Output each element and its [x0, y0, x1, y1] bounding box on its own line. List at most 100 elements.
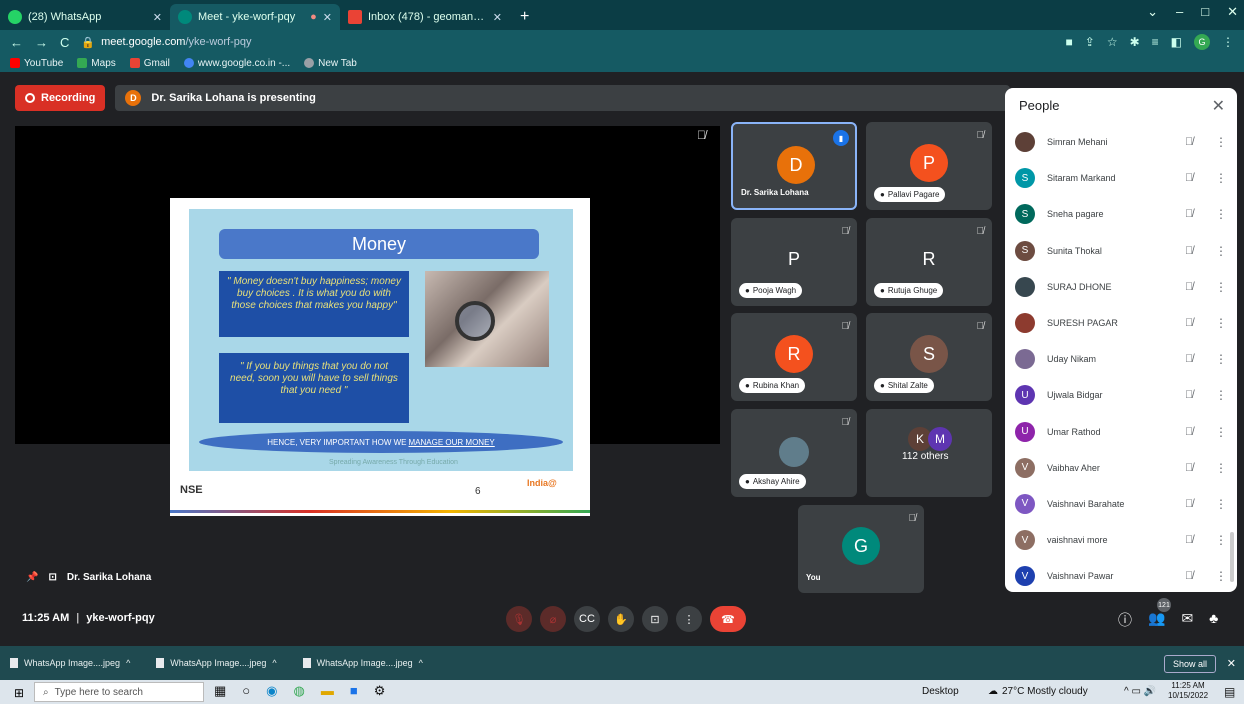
list-item[interactable]: V Vaishnavi Barahate 🎙̸ ⋮ [1005, 486, 1237, 522]
more-icon[interactable]: ⋮ [1215, 425, 1227, 439]
app-icon[interactable]: ⚙ [374, 683, 386, 699]
bookmark-google[interactable]: www.google.co.in -... [183, 58, 290, 69]
more-icon[interactable]: ⋮ [1215, 207, 1227, 221]
list-item[interactable]: U Umar Rathod 🎙̸ ⋮ [1005, 414, 1237, 450]
chat-icon[interactable]: ✉ [1181, 610, 1193, 630]
chevron-up-icon[interactable]: ^ [272, 658, 276, 668]
leave-call-button[interactable]: ☎ [710, 606, 746, 632]
list-item[interactable]: V Vaishnavi Pawar 🎙̸ ⋮ [1005, 558, 1237, 592]
tab-whatsapp[interactable]: (28) WhatsApp ✕ [0, 4, 170, 30]
recording-badge[interactable]: Recording [15, 85, 106, 111]
extensions-icon[interactable]: ✱ [1130, 35, 1140, 49]
participant-tile[interactable]: 🎙̸ ● Akshay Ahire [731, 409, 857, 497]
present-button[interactable]: ⊡ [642, 606, 668, 632]
forward-icon[interactable]: → [35, 35, 48, 50]
notification-icon[interactable]: ▤ [1224, 685, 1235, 699]
tab-meet[interactable]: Meet - yke-worf-pqy ● ✕ [170, 4, 340, 30]
more-icon[interactable]: ⋮ [1215, 497, 1227, 511]
list-item[interactable]: S Sitaram Markand 🎙̸ ⋮ [1005, 160, 1237, 196]
activities-icon[interactable]: ♣ [1209, 610, 1218, 630]
app-thumbnail-icon[interactable]: ▦ [214, 683, 226, 699]
list-item[interactable]: S Sunita Thokal 🎙̸ ⋮ [1005, 233, 1237, 269]
share-icon[interactable]: ⇪ [1085, 35, 1095, 49]
bookmark-maps[interactable]: Maps [77, 58, 116, 69]
list-item[interactable]: V Vaibhav Aher 🎙̸ ⋮ [1005, 450, 1237, 486]
info-icon[interactable]: ⓘ [1118, 610, 1132, 630]
tab-search-icon[interactable]: ⌄ [1147, 4, 1158, 20]
raise-hand-button[interactable]: ✋ [608, 606, 634, 632]
edge-icon[interactable]: ◉ [266, 683, 277, 699]
file-explorer-icon[interactable]: ▬ [321, 683, 334, 699]
more-icon[interactable]: ⋮ [1215, 135, 1227, 149]
list-item[interactable]: Vvaishnavi more 🎙̸ ⋮ [1005, 522, 1237, 558]
list-item[interactable]: Simran Mehani 🎙̸ ⋮ [1005, 124, 1237, 160]
list-item[interactable]: U Ujwala Bidgar 🎙̸ ⋮ [1005, 377, 1237, 413]
bookmark-newtab[interactable]: New Tab [304, 58, 357, 69]
menu-icon[interactable]: ⋮ [1222, 35, 1234, 49]
participant-tile[interactable]: ▮ D Dr. Sarika Lohana [731, 122, 857, 210]
taskbar-search[interactable]: ⌕ Type here to search [34, 682, 204, 702]
participant-tile[interactable]: 🎙̸ R ● Rutuja Ghuge [866, 218, 992, 306]
participant-tile[interactable]: 🎙̸ R ● Rubina Khan [731, 313, 857, 401]
windows-start-icon[interactable]: ⊞ [14, 686, 24, 700]
show-all-button[interactable]: Show all [1163, 655, 1216, 673]
taskbar-clock[interactable]: 11:25 AM 10/15/2022 [1168, 681, 1208, 702]
list-item[interactable]: S Sneha pagare 🎙̸ ⋮ [1005, 196, 1237, 232]
download-item[interactable]: WhatsApp Image....jpeg ^ [10, 658, 130, 668]
list-item[interactable]: Uday Nikam 🎙̸ ⋮ [1005, 341, 1237, 377]
chrome-icon[interactable]: ◍ [294, 683, 305, 699]
close-icon[interactable]: ✕ [1212, 96, 1225, 116]
bookmark-gmail[interactable]: Gmail [129, 58, 170, 69]
more-icon[interactable]: ⋮ [1215, 533, 1227, 547]
minimize-button[interactable]: – [1176, 4, 1183, 20]
download-item[interactable]: WhatsApp Image....jpeg ^ [156, 658, 277, 668]
store-icon[interactable]: ■ [350, 683, 358, 699]
more-icon[interactable]: ⋮ [1215, 569, 1227, 583]
star-icon[interactable]: ☆ [1107, 35, 1118, 49]
more-icon[interactable]: ⋮ [1215, 388, 1227, 402]
profile-avatar[interactable]: G [1194, 34, 1210, 50]
camera-toggle-button[interactable]: ⌀ [540, 606, 566, 632]
sidepanel-icon[interactable]: ◧ [1171, 35, 1182, 49]
close-icon[interactable]: ✕ [1227, 657, 1236, 670]
participant-tile[interactable]: 🎙̸ P ● Pooja Wagh [731, 218, 857, 306]
present-icon[interactable]: ⊡ [48, 572, 56, 583]
captions-button[interactable]: CC [574, 606, 600, 632]
desktop-label[interactable]: Desktop [922, 686, 959, 697]
close-window-button[interactable]: ✕ [1227, 4, 1238, 20]
back-icon[interactable]: ← [10, 35, 23, 50]
system-tray-icons[interactable]: ^ ▭ 🔊 [1124, 686, 1156, 697]
people-icon[interactable]: 👥 [1148, 610, 1165, 630]
bookmark-youtube[interactable]: YouTube [10, 58, 63, 69]
more-options-button[interactable]: ⋮ [676, 606, 702, 632]
media-icon[interactable]: ≡ [1152, 35, 1159, 49]
more-icon[interactable]: ⋮ [1215, 171, 1227, 185]
list-item[interactable]: SURESH PAGAR 🎙̸ ⋮ [1005, 305, 1237, 341]
chevron-up-icon[interactable]: ^ [126, 658, 130, 668]
camera-icon[interactable]: ■ [1066, 35, 1073, 49]
more-icon[interactable]: ⋮ [1215, 352, 1227, 366]
tab-gmail[interactable]: Inbox (478) - geomanmad@gma ✕ [340, 4, 510, 30]
scrollbar[interactable] [1230, 532, 1234, 582]
participant-tile[interactable]: 🎙̸ P ● Pallavi Pagare [866, 122, 992, 210]
self-tile[interactable]: 🎙̸ G You [798, 505, 924, 593]
reload-icon[interactable]: C [60, 35, 69, 50]
chevron-up-icon[interactable]: ^ [419, 658, 423, 668]
others-tile[interactable]: K M 112 others [866, 409, 992, 497]
task-view-icon[interactable]: ○ [242, 683, 250, 699]
pin-icon[interactable]: 📌 [26, 572, 38, 583]
more-icon[interactable]: ⋮ [1215, 280, 1227, 294]
close-tab-icon[interactable]: ✕ [493, 11, 502, 24]
more-icon[interactable]: ⋮ [1215, 244, 1227, 258]
weather-widget[interactable]: ☁ 27°C Mostly cloudy [988, 686, 1088, 697]
list-item[interactable]: SURAJ DHONE 🎙̸ ⋮ [1005, 269, 1237, 305]
maximize-button[interactable]: □ [1201, 4, 1209, 20]
new-tab-button[interactable]: + [510, 4, 539, 30]
mic-toggle-button[interactable]: 🎙 [506, 606, 532, 632]
download-item[interactable]: WhatsApp Image....jpeg ^ [302, 658, 423, 668]
close-tab-icon[interactable]: ✕ [323, 11, 332, 24]
url-field[interactable]: 🔒 meet.google.com/yke-worf-pqy [81, 36, 1053, 49]
close-tab-icon[interactable]: ✕ [153, 11, 162, 24]
participant-tile[interactable]: 🎙̸ S ● Shital Zalte [866, 313, 992, 401]
more-icon[interactable]: ⋮ [1215, 316, 1227, 330]
